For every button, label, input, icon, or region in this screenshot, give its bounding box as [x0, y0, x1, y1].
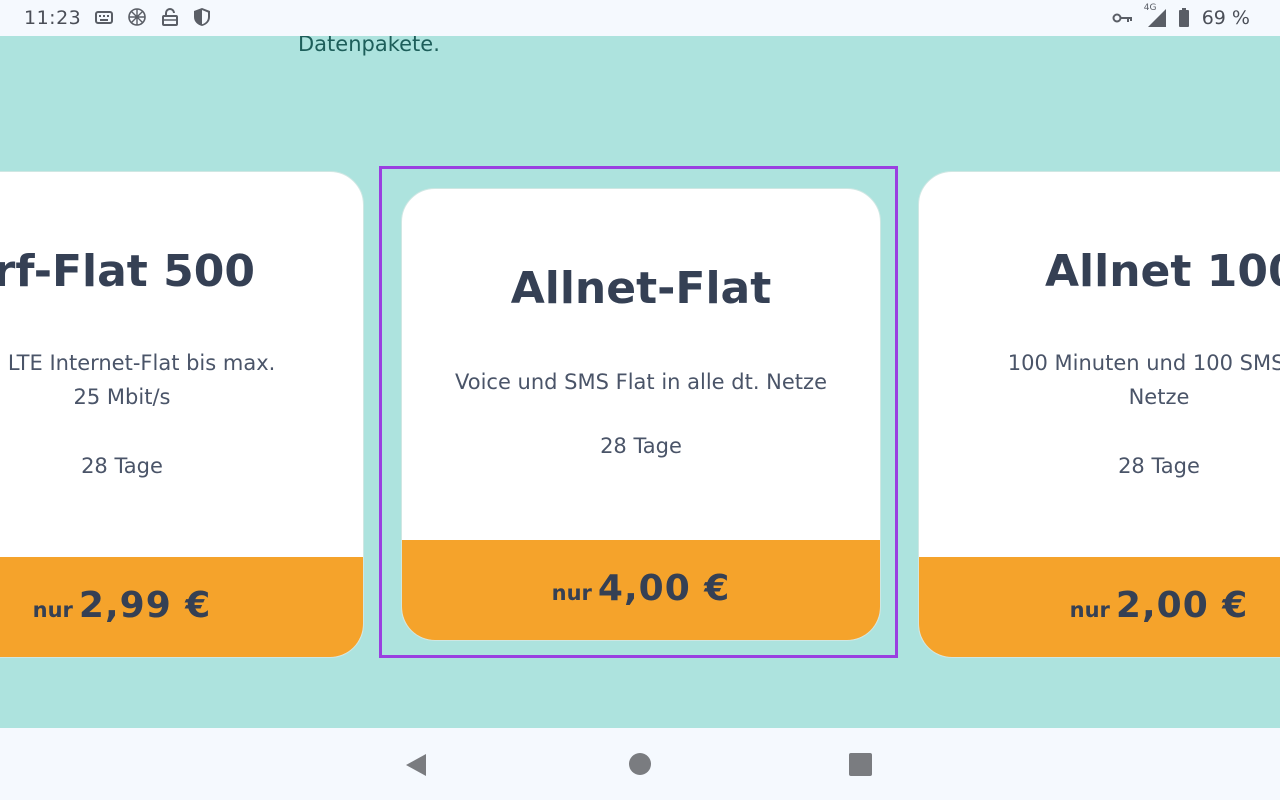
status-bar: 11:23 4G 69 % [0, 0, 1280, 36]
intro-text: Datenpakete. [298, 36, 440, 56]
price-amount: 2,99 € [78, 585, 212, 626]
vpn-key-icon [1112, 11, 1134, 25]
tariff-description: 100 Minuten und 100 SMS in Netze [919, 346, 1280, 414]
tariff-duration: 28 Tage [1118, 454, 1200, 478]
keyboard-icon [94, 7, 114, 27]
network-type-label: 4G [1143, 3, 1157, 13]
tariff-description: Voice und SMS Flat in alle dt. Netze [402, 365, 880, 399]
price-amount: 2,00 € [1115, 585, 1249, 626]
battery-icon [1178, 8, 1190, 28]
tariff-duration: 28 Tage [81, 454, 163, 478]
tariff-price: nur 2,99 € [0, 585, 363, 626]
recents-icon[interactable] [846, 750, 876, 780]
price-amount: 4,00 € [597, 568, 731, 609]
price-bar: nur 2,00 € [919, 557, 1280, 657]
shield-icon [192, 7, 212, 27]
clock: 11:23 [24, 7, 82, 29]
battery-percentage: 69 % [1201, 7, 1250, 29]
tariff-description-line: 25 Mbit/s [73, 385, 171, 409]
navigation-bar [0, 728, 1280, 800]
tariff-description: MB LTE Internet-Flat bis max. 25 Mbit/s [0, 346, 363, 414]
tariff-price: nur 2,00 € [919, 585, 1280, 626]
price-prefix: nur [1069, 598, 1110, 622]
tariff-description-line: Netze [1128, 385, 1190, 409]
web-icon [126, 7, 148, 27]
price-prefix: nur [32, 598, 73, 622]
tariff-duration: 28 Tage [600, 434, 682, 458]
tariff-description-line: MB LTE Internet-Flat bis max. [0, 351, 276, 375]
price-bar: nur 4,00 € [402, 540, 880, 640]
tariff-card-allnet-100[interactable]: Allnet 100 100 Minuten und 100 SMS in Ne… [918, 171, 1280, 658]
tariff-title: urf-Flat 500 [0, 246, 255, 297]
lock-icon [160, 7, 180, 27]
tariff-description-line: 100 Minuten und 100 SMS in [1007, 351, 1280, 375]
back-icon[interactable] [402, 750, 432, 780]
price-prefix: nur [551, 581, 592, 605]
tariff-title: Allnet-Flat [510, 263, 772, 314]
home-icon[interactable] [626, 750, 656, 780]
signal-4g-icon: 4G [1144, 3, 1168, 29]
tariff-card-surf-flat[interactable]: urf-Flat 500 MB LTE Internet-Flat bis ma… [0, 171, 364, 658]
tariff-card-allnet-flat[interactable]: Allnet-Flat Voice und SMS Flat in alle d… [401, 188, 881, 641]
tariff-title: Allnet 100 [1045, 246, 1280, 297]
tariff-price: nur 4,00 € [402, 568, 880, 609]
tariff-description-line: Voice und SMS Flat in alle dt. Netze [454, 370, 827, 394]
page-content: Datenpakete. urf-Flat 500 MB LTE Interne… [0, 36, 1280, 728]
price-bar: nur 2,99 € [0, 557, 363, 657]
